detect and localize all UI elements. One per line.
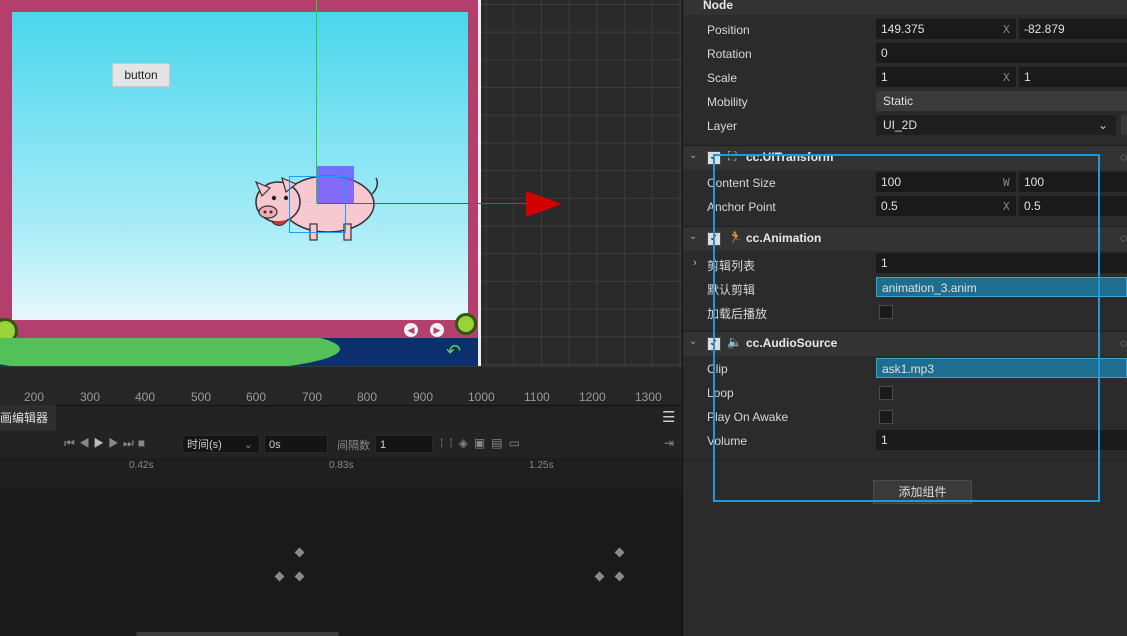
horizontal-scrollbar[interactable] xyxy=(136,632,339,636)
gizmo-x-axis[interactable] xyxy=(317,203,532,204)
undo-arrow-icon: ↶ xyxy=(446,341,462,361)
axis-x-label: X xyxy=(1003,71,1010,84)
scene-ground xyxy=(0,338,478,368)
prev-frame-icon[interactable]: ◀ xyxy=(79,436,94,450)
collapse-chevron-icon[interactable]: ⌄ xyxy=(689,336,697,347)
scale-y-input[interactable]: 1 xyxy=(1019,67,1127,87)
doc-icon[interactable]: ▭ xyxy=(509,436,526,450)
hill xyxy=(0,338,340,368)
selection-rect xyxy=(289,176,346,233)
mobility-select[interactable]: Static xyxy=(876,91,1127,111)
exit-icon[interactable]: ⇥ xyxy=(664,436,674,450)
rotation-label: Rotation xyxy=(707,47,752,61)
scene-background xyxy=(12,12,468,320)
save-icon[interactable]: ▣ xyxy=(474,436,491,450)
add-keyframe-icon[interactable]: ◈ xyxy=(459,436,474,450)
layer-select-value: UI_2D xyxy=(883,118,918,132)
axis-x-label: X xyxy=(1003,23,1010,36)
ruler-tick: 1300 xyxy=(635,390,662,404)
interval-input[interactable]: 1 xyxy=(375,435,433,453)
timeline-tick: 0.42s xyxy=(129,460,154,471)
gizmo-x-arrow-icon[interactable] xyxy=(526,191,562,217)
grid-icon[interactable]: ⁞⁞ xyxy=(440,436,459,450)
clip-icon[interactable]: ▤ xyxy=(491,436,508,450)
ruler-tick: 600 xyxy=(246,390,267,404)
ruler-tick: 900 xyxy=(413,390,434,404)
interval-label: 间隔数 xyxy=(337,440,370,452)
component-menu-icon[interactable]: ◌ xyxy=(1120,150,1127,164)
ruler-tick: 800 xyxy=(357,390,378,404)
ruler-tick: 400 xyxy=(135,390,156,404)
jump-start-icon[interactable]: ⏮ xyxy=(64,436,79,450)
ruler-tick: 1100 xyxy=(524,390,550,404)
play-icon[interactable]: ▶ xyxy=(94,436,109,450)
component-menu-icon[interactable]: ◌ xyxy=(1120,231,1127,245)
stop-icon[interactable]: ■ xyxy=(138,436,149,450)
keyframe-tracks[interactable] xyxy=(0,489,682,636)
next-frame-icon[interactable]: ▶ xyxy=(108,436,123,450)
layer-edit-button[interactable] xyxy=(1121,115,1127,135)
keyframe-tools[interactable]: ⁞⁞◈▣▤▭ xyxy=(440,436,526,450)
ruler-tick: 200 xyxy=(24,390,45,404)
time-unit-select[interactable]: 时间(s) ⌄ xyxy=(182,435,260,453)
scene-view[interactable]: ◀ ▶ ↶ button 200 300 400 500 600 700 800… xyxy=(0,0,682,405)
highlight-rect xyxy=(713,154,1100,502)
component-menu-icon[interactable]: ◌ xyxy=(1120,336,1127,350)
tab-animation-editor[interactable]: 画编辑器 xyxy=(0,405,56,431)
ruler-tick: 1200 xyxy=(579,390,606,404)
node-section-header[interactable] xyxy=(683,0,1127,15)
layer-label: Layer xyxy=(707,119,738,133)
ruler-tick: 300 xyxy=(80,390,101,404)
position-y-input[interactable]: -82.879 xyxy=(1019,19,1127,39)
collapse-chevron-icon[interactable]: ⌄ xyxy=(689,231,697,242)
position-x-input[interactable]: 149.375 xyxy=(876,19,1016,39)
mobility-label: Mobility xyxy=(707,95,748,109)
node-section-title: Node xyxy=(703,0,733,12)
scene-button[interactable]: button xyxy=(112,63,170,87)
menu-icon[interactable]: ☰ xyxy=(662,410,675,425)
chevron-down-icon: ⌄ xyxy=(243,439,253,451)
collapse-chevron-icon[interactable]: ⌄ xyxy=(689,150,697,161)
expand-chevron-icon[interactable]: › xyxy=(693,257,697,269)
next-page-icon: ▶ xyxy=(430,323,444,337)
rotation-input[interactable]: 0 xyxy=(876,43,1127,63)
timeline-tick: 1.25s xyxy=(529,460,554,471)
prev-page-icon: ◀ xyxy=(404,323,418,337)
animation-editor-tabbar xyxy=(0,405,682,432)
scale-label: Scale xyxy=(707,71,738,85)
jump-end-icon[interactable]: ⏭ xyxy=(123,436,138,450)
playback-controls[interactable]: ⏮◀▶▶⏭■ xyxy=(64,436,149,451)
layer-select[interactable]: UI_2D ⌄ xyxy=(876,115,1116,135)
time-unit-label: 时间(s) xyxy=(187,439,222,451)
scale-x-input[interactable]: 1 xyxy=(876,67,1016,87)
ruler-tick: 500 xyxy=(191,390,212,404)
ruler-tick: 700 xyxy=(302,390,323,404)
timeline-tick: 0.83s xyxy=(329,460,354,471)
ruler-tick: 1000 xyxy=(468,390,495,404)
time-input[interactable]: 0s xyxy=(264,435,328,453)
chevron-down-icon: ⌄ xyxy=(1097,118,1108,132)
zoom-icon xyxy=(455,313,477,335)
position-label: Position xyxy=(707,23,750,37)
